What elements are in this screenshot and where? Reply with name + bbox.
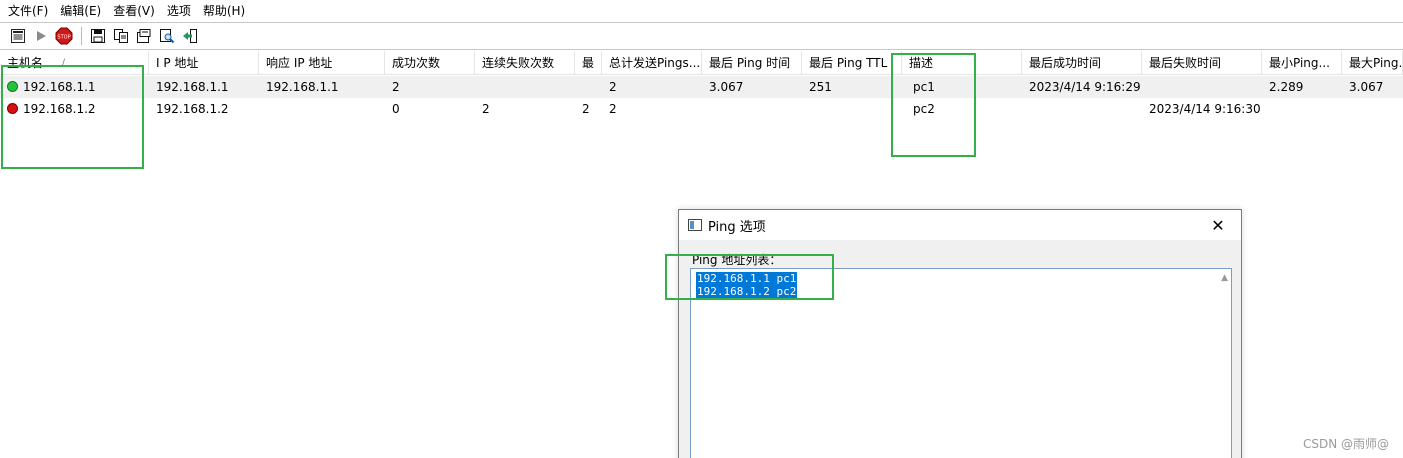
column-header-reply-ip[interactable]: 响应 IP 地址 xyxy=(259,51,385,75)
cell-success-count: 2 xyxy=(392,80,400,94)
window-icon xyxy=(688,219,702,231)
column-header-last-ping-ttl[interactable]: 最后 Ping TTL xyxy=(802,51,902,75)
cell-consecutive-failures: 2 xyxy=(482,102,490,116)
column-header-consecutive-failures[interactable]: 连续失败次数 xyxy=(475,51,575,75)
menu-help[interactable]: 帮助(H) xyxy=(197,0,251,22)
list-header: 主机名 / I P 地址 响应 IP 地址 成功次数 连续失败次数 最 总计发送… xyxy=(0,51,1403,75)
cell-last-ping-ttl: 251 xyxy=(809,80,832,94)
close-icon: ✕ xyxy=(1211,215,1225,235)
cell-ip: 192.168.1.1 xyxy=(156,80,229,94)
cell-description: pc2 xyxy=(913,102,935,116)
column-header-hostname[interactable]: 主机名 xyxy=(0,51,149,75)
cell-min-ping xyxy=(1262,98,1342,120)
menu-file[interactable]: 文件(F) xyxy=(2,0,54,22)
menu-bar: 文件(F) 编辑(E) 查看(V) 选项 帮助(H) xyxy=(0,0,1403,22)
cell-reply-ip xyxy=(259,98,385,120)
table-row[interactable]: 192.168.1.2 192.168.1.2 0 2 2 2 pc2 2023… xyxy=(0,98,1403,120)
exit-icon[interactable] xyxy=(180,26,200,46)
cell-last-ping-time: 3.067 xyxy=(709,80,744,94)
cell-truncated xyxy=(575,76,602,98)
ping-monitor-window: 文件(F) 编辑(E) 查看(V) 选项 帮助(H) STOP 主机名 / I … xyxy=(0,0,1403,458)
column-header-description[interactable]: 描述 xyxy=(902,51,1022,75)
cell-max-ping xyxy=(1342,98,1403,120)
cell-last-success-time xyxy=(1022,98,1142,120)
toolbar: STOP xyxy=(0,22,1403,50)
cell-success-count: 0 xyxy=(392,102,400,116)
column-header-ip[interactable]: I P 地址 xyxy=(149,51,259,75)
menu-options[interactable]: 选项 xyxy=(161,0,197,22)
dialog-title: Ping 选项 xyxy=(708,219,766,235)
column-header-last-success-time[interactable]: 最后成功时间 xyxy=(1022,51,1142,75)
address-line: 192.168.1.2 pc2 xyxy=(696,285,798,298)
play-icon[interactable] xyxy=(31,26,51,46)
column-header-last-failure-time[interactable]: 最后失败时间 xyxy=(1142,51,1262,75)
sort-indicator: / xyxy=(62,58,66,68)
column-header-total-sent[interactable]: 总计发送Pings... xyxy=(602,51,702,75)
cell-last-failure-time xyxy=(1142,76,1262,98)
ping-options-dialog: Ping 选项 ✕ Ping 地址列表： 192.168.1.1 pc1 192… xyxy=(678,209,1242,458)
cell-last-ping-ttl xyxy=(802,98,902,120)
cell-last-failure-time: 2023/4/14 9:16:30 xyxy=(1149,102,1261,116)
properties-icon[interactable] xyxy=(134,26,154,46)
cell-hostname: 192.168.1.1 xyxy=(23,80,96,94)
cell-description: pc1 xyxy=(913,80,935,94)
find-icon[interactable] xyxy=(157,26,177,46)
address-line: 192.168.1.1 pc1 xyxy=(696,272,798,285)
cell-reply-ip: 192.168.1.1 xyxy=(266,80,339,94)
cell-last-ping-time xyxy=(702,98,802,120)
close-button[interactable]: ✕ xyxy=(1195,210,1241,240)
column-header-success-count[interactable]: 成功次数 xyxy=(385,51,475,75)
cell-total-sent: 2 xyxy=(609,102,617,116)
menu-edit[interactable]: 编辑(E) xyxy=(54,0,107,22)
copy-icon[interactable] xyxy=(111,26,131,46)
cell-truncated: 2 xyxy=(582,102,590,116)
address-list-textarea[interactable]: 192.168.1.1 pc1 192.168.1.2 pc2 ▲ xyxy=(690,268,1232,458)
menu-view[interactable]: 查看(V) xyxy=(107,0,161,22)
column-header-min-ping[interactable]: 最小Ping... xyxy=(1262,51,1342,75)
cell-last-success-time: 2023/4/14 9:16:29 xyxy=(1029,80,1141,94)
stop-icon[interactable]: STOP xyxy=(54,26,74,46)
column-header-max-ping[interactable]: 最大Ping... xyxy=(1342,51,1403,75)
cell-consecutive-failures xyxy=(475,76,575,98)
cell-min-ping: 2.289 xyxy=(1269,80,1304,94)
column-header-truncated[interactable]: 最 xyxy=(575,51,602,75)
svg-text:STOP: STOP xyxy=(57,35,70,41)
cell-total-sent: 2 xyxy=(609,80,617,94)
table-row[interactable]: 192.168.1.1 192.168.1.1 192.168.1.1 2 2 … xyxy=(0,76,1403,98)
cell-max-ping: 3.067 xyxy=(1349,80,1384,94)
save-icon[interactable] xyxy=(88,26,108,46)
dialog-title-bar[interactable]: Ping 选项 ✕ xyxy=(679,210,1241,240)
scroll-up-arrow-icon[interactable]: ▲ xyxy=(1221,273,1228,283)
column-header-last-ping-time[interactable]: 最后 Ping 时间 xyxy=(702,51,802,75)
address-list-label: Ping 地址列表： xyxy=(692,253,782,267)
cell-ip: 192.168.1.2 xyxy=(156,102,229,116)
toolbar-separator xyxy=(81,27,82,45)
list-icon[interactable] xyxy=(8,26,28,46)
cell-hostname: 192.168.1.2 xyxy=(23,102,96,116)
watermark: CSDN @雨师@ xyxy=(1302,437,1389,451)
